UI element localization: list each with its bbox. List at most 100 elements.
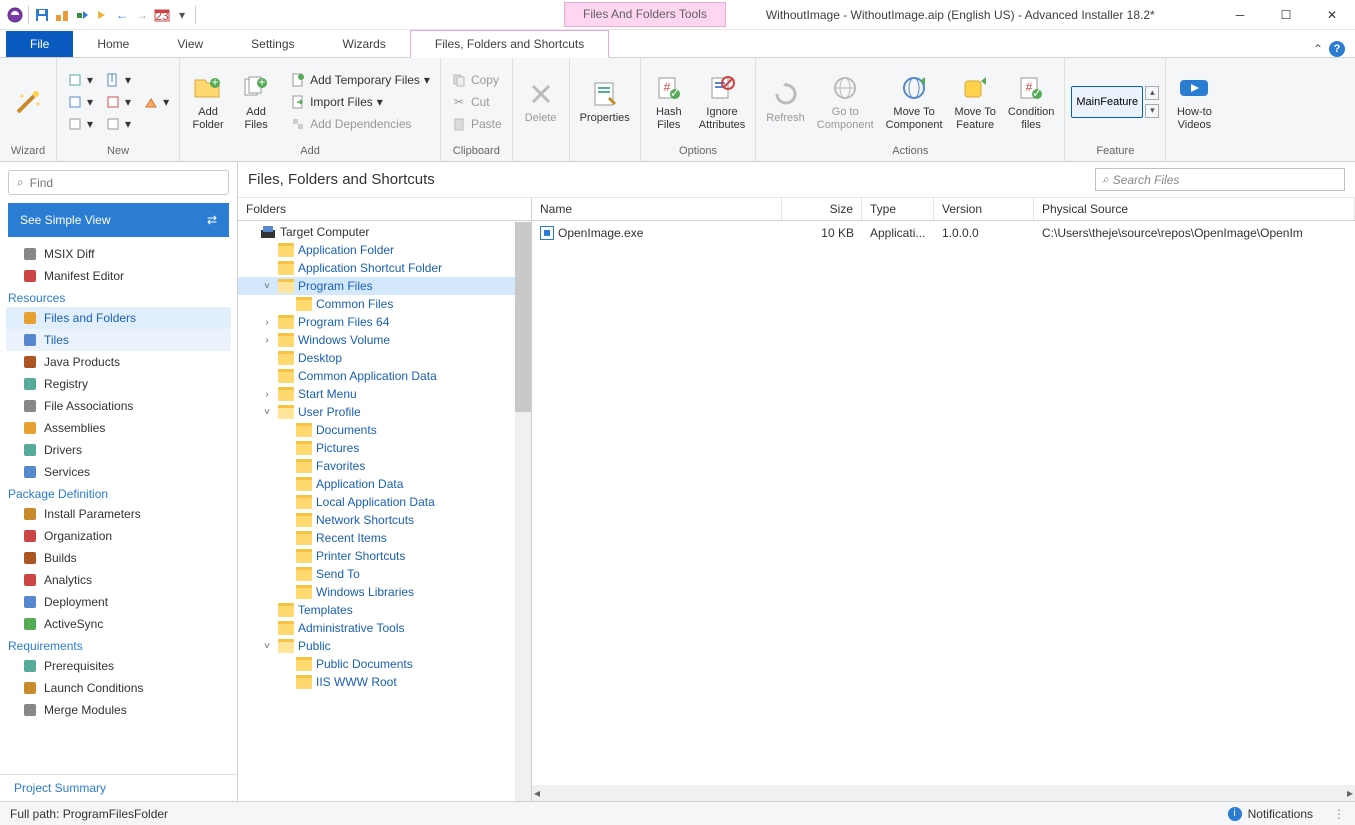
tree-node-windows-volume[interactable]: ›Windows Volume xyxy=(238,331,531,349)
tree-node-send-to[interactable]: Send To xyxy=(238,565,531,583)
nav-item-java-products[interactable]: Java Products xyxy=(0,351,237,373)
tree-node-pictures[interactable]: Pictures xyxy=(238,439,531,457)
tree-node-network-shortcuts[interactable]: Network Shortcuts xyxy=(238,511,531,529)
nav-item-analytics[interactable]: Analytics xyxy=(0,569,237,591)
add-files-button[interactable]: + Add Files xyxy=(234,70,278,134)
nav-item-drivers[interactable]: Drivers xyxy=(0,439,237,461)
new-item-1[interactable]: ▾ xyxy=(63,70,97,90)
tree-node-templates[interactable]: Templates xyxy=(238,601,531,619)
collapse-ribbon-icon[interactable]: ⌃ xyxy=(1313,42,1323,56)
nav-item-organization[interactable]: Organization xyxy=(0,525,237,547)
project-summary-link[interactable]: Project Summary xyxy=(0,774,237,801)
tab-wizards[interactable]: Wizards xyxy=(319,31,410,57)
wizard-button[interactable] xyxy=(6,84,50,120)
nav-item-registry[interactable]: Registry xyxy=(0,373,237,395)
nav-item-activesync[interactable]: ActiveSync xyxy=(0,613,237,635)
add-folder-button[interactable]: + Add Folder xyxy=(186,70,230,134)
add-temporary-files-button[interactable]: Add Temporary Files ▾ xyxy=(286,70,434,90)
help-icon[interactable]: ? xyxy=(1329,41,1345,57)
tree-node-target-computer[interactable]: Target Computer xyxy=(238,223,531,241)
forward-icon[interactable]: → xyxy=(133,6,151,24)
expand-icon[interactable]: › xyxy=(260,317,274,328)
tab-files-folders-shortcuts[interactable]: Files, Folders and Shortcuts xyxy=(410,30,609,58)
tree-node-application-shortcut-folder[interactable]: Application Shortcut Folder xyxy=(238,259,531,277)
tree-node-windows-libraries[interactable]: Windows Libraries xyxy=(238,583,531,601)
save-icon[interactable] xyxy=(33,6,51,24)
horizontal-scrollbar[interactable]: ◂▸ xyxy=(532,785,1355,801)
nav-item-file-associations[interactable]: File Associations xyxy=(0,395,237,417)
add-dependencies-button[interactable]: Add Dependencies xyxy=(286,114,434,134)
paste-button[interactable]: Paste xyxy=(447,114,506,134)
nav-item-prerequisites[interactable]: Prerequisites xyxy=(0,655,237,677)
close-button[interactable]: ✕ xyxy=(1309,0,1355,30)
tree-node-administrative-tools[interactable]: Administrative Tools xyxy=(238,619,531,637)
condition-files-button[interactable]: #✓ Condition files xyxy=(1004,70,1058,134)
goto-component-button[interactable]: Go to Component xyxy=(813,70,878,134)
minimize-button[interactable]: ─ xyxy=(1217,0,1263,30)
tree-node-public-documents[interactable]: Public Documents xyxy=(238,655,531,673)
tree-node-common-files[interactable]: Common Files xyxy=(238,295,531,313)
ignore-attributes-button[interactable]: Ignore Attributes xyxy=(695,70,749,134)
tree-node-local-application-data[interactable]: Local Application Data xyxy=(238,493,531,511)
nav-item-files-and-folders[interactable]: Files and Folders xyxy=(6,307,231,329)
expand-icon[interactable]: › xyxy=(260,389,274,400)
nav-item-services[interactable]: Services xyxy=(0,461,237,483)
nav-item-msix-diff[interactable]: MSIX Diff xyxy=(0,243,237,265)
tree-node-documents[interactable]: Documents xyxy=(238,421,531,439)
col-name[interactable]: Name xyxy=(532,198,782,220)
simple-view-button[interactable]: See Simple View ⇄ xyxy=(8,203,229,237)
new-item-4[interactable]: T▾ xyxy=(101,70,135,90)
col-source[interactable]: Physical Source xyxy=(1034,198,1355,220)
maximize-button[interactable]: ☐ xyxy=(1263,0,1309,30)
run2-icon[interactable] xyxy=(93,6,111,24)
expand-icon[interactable]: › xyxy=(260,335,274,346)
tab-home[interactable]: Home xyxy=(73,31,153,57)
tree-node-desktop[interactable]: Desktop xyxy=(238,349,531,367)
expand-icon[interactable]: ˅ xyxy=(260,407,274,418)
calendar-icon[interactable]: 23 xyxy=(153,6,171,24)
delete-button[interactable]: Delete xyxy=(519,76,563,127)
tree-node-common-application-data[interactable]: Common Application Data xyxy=(238,367,531,385)
expand-icon[interactable]: ˅ xyxy=(260,641,274,652)
new-item-6[interactable]: ▾ xyxy=(101,114,135,134)
nav-item-launch-conditions[interactable]: Launch Conditions xyxy=(0,677,237,699)
new-item-5[interactable]: ▾ xyxy=(101,92,135,112)
build-icon[interactable] xyxy=(53,6,71,24)
feature-combo[interactable] xyxy=(1071,86,1143,118)
tree-node-printer-shortcuts[interactable]: Printer Shortcuts xyxy=(238,547,531,565)
hash-files-button[interactable]: #✓ Hash Files xyxy=(647,70,691,134)
tree-node-iis-www-root[interactable]: IIS WWW Root xyxy=(238,673,531,691)
tree-node-program-files[interactable]: ˅Program Files xyxy=(238,277,531,295)
nav-item-deployment[interactable]: Deployment xyxy=(0,591,237,613)
move-to-component-button[interactable]: Move To Component xyxy=(882,70,947,134)
col-type[interactable]: Type xyxy=(862,198,934,220)
new-item-7[interactable]: ▾ xyxy=(139,92,173,112)
run-icon[interactable] xyxy=(73,6,91,24)
properties-button[interactable]: Properties xyxy=(576,76,634,127)
back-icon[interactable]: ← xyxy=(113,6,131,24)
expand-icon[interactable]: ˅ xyxy=(260,281,274,292)
feature-up-icon[interactable]: ▴ xyxy=(1145,86,1159,100)
tree-node-application-data[interactable]: Application Data xyxy=(238,475,531,493)
new-item-2[interactable]: ▾ xyxy=(63,92,97,112)
col-version[interactable]: Version xyxy=(934,198,1034,220)
tree-node-start-menu[interactable]: ›Start Menu xyxy=(238,385,531,403)
nav-item-builds[interactable]: Builds xyxy=(0,547,237,569)
howto-videos-button[interactable]: How-to Videos xyxy=(1172,70,1216,134)
refresh-button[interactable]: Refresh xyxy=(762,76,809,127)
nav-item-tiles[interactable]: Tiles xyxy=(6,329,231,351)
import-files-button[interactable]: Import Files ▾ xyxy=(286,92,434,112)
tree-node-favorites[interactable]: Favorites xyxy=(238,457,531,475)
move-to-feature-button[interactable]: Move To Feature xyxy=(951,70,1000,134)
nav-item-manifest-editor[interactable]: Manifest Editor xyxy=(0,265,237,287)
tab-settings[interactable]: Settings xyxy=(227,31,318,57)
tree-scrollbar-thumb[interactable] xyxy=(515,222,531,412)
feature-down-icon[interactable]: ▾ xyxy=(1145,104,1159,118)
file-row[interactable]: OpenImage.exe10 KBApplicati...1.0.0.0C:\… xyxy=(532,221,1355,245)
new-item-3[interactable]: ▾ xyxy=(63,114,97,134)
tree-node-recent-items[interactable]: Recent Items xyxy=(238,529,531,547)
tree-node-program-files-64[interactable]: ›Program Files 64 xyxy=(238,313,531,331)
tree-node-public[interactable]: ˅Public xyxy=(238,637,531,655)
col-size[interactable]: Size xyxy=(782,198,862,220)
tree-node-user-profile[interactable]: ˅User Profile xyxy=(238,403,531,421)
